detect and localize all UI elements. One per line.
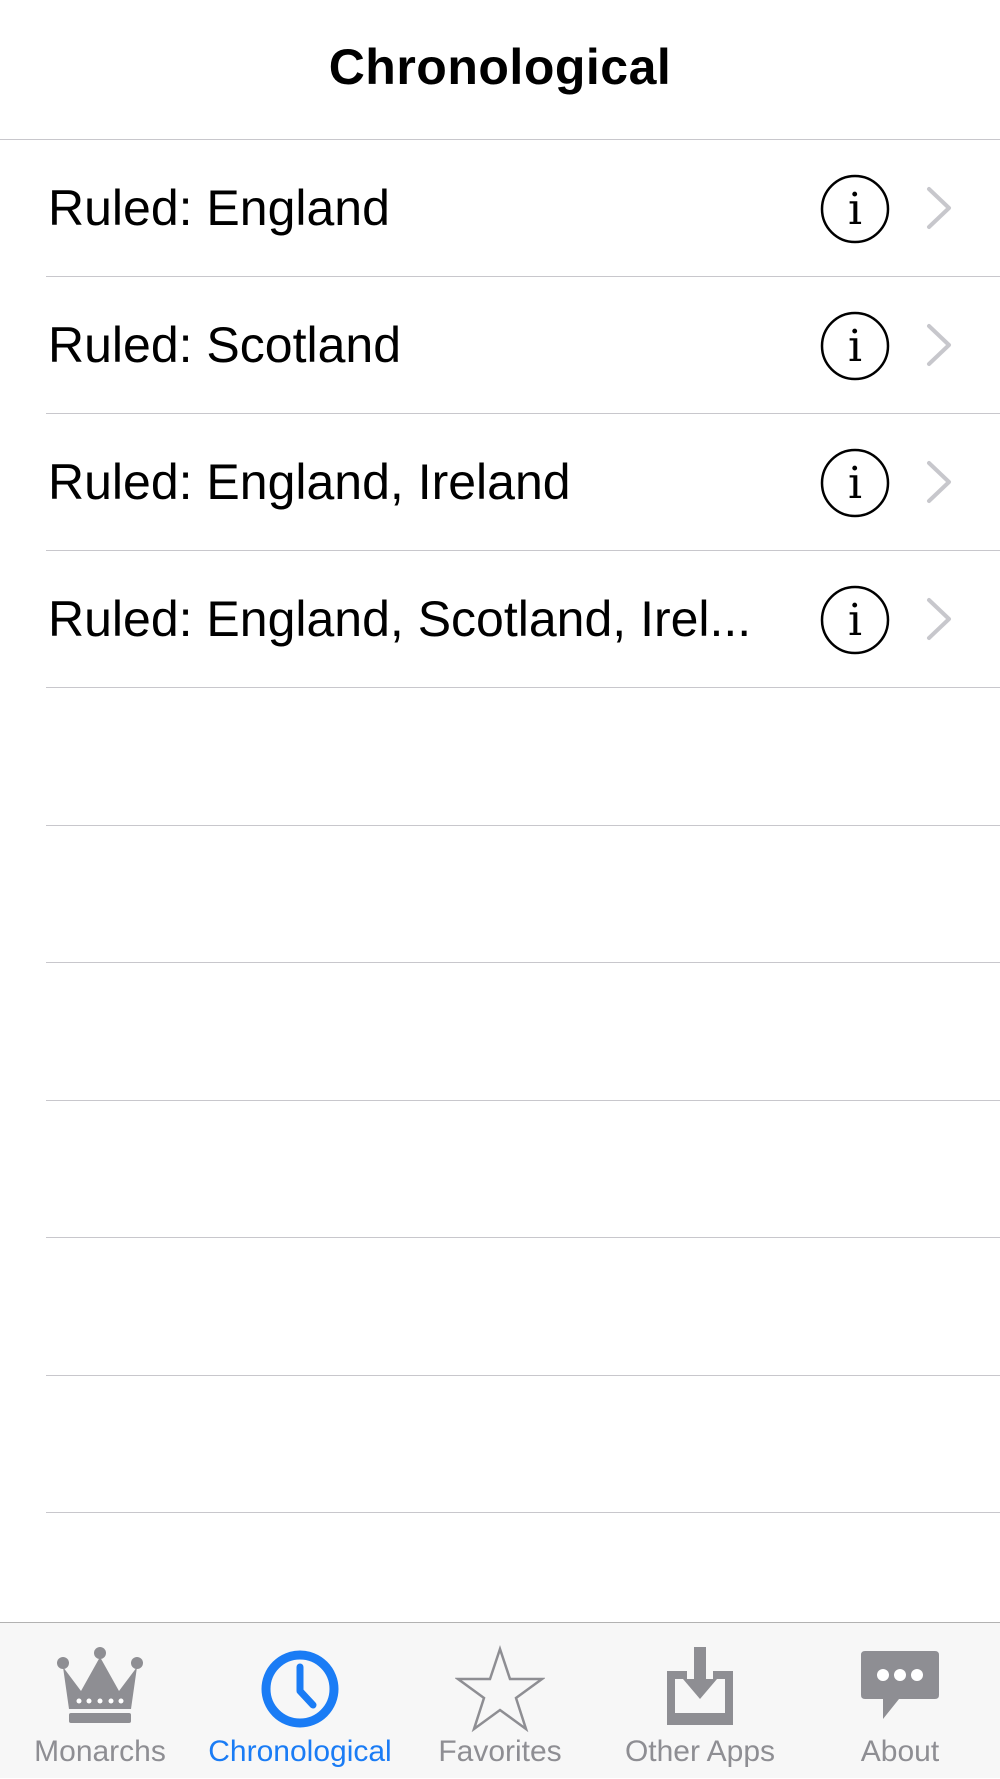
- tab-label: Other Apps: [624, 1735, 776, 1768]
- navigation-bar: Chronological: [0, 0, 1000, 140]
- list-item[interactable]: Ruled: England i: [0, 140, 1000, 277]
- star-icon: [455, 1645, 545, 1733]
- row-separator: [46, 1512, 1000, 1513]
- svg-text:i: i: [848, 321, 862, 372]
- tab-chronological[interactable]: Chronological: [200, 1623, 400, 1779]
- empty-row: [0, 963, 1000, 1101]
- svg-text:i: i: [848, 595, 862, 646]
- tab-monarchs[interactable]: Monarchs: [0, 1623, 200, 1779]
- empty-row: [0, 1376, 1000, 1513]
- info-icon[interactable]: i: [820, 448, 890, 518]
- empty-row: [0, 1238, 1000, 1376]
- tab-label: Favorites: [438, 1735, 562, 1768]
- list-item[interactable]: Ruled: England, Ireland i: [0, 414, 1000, 551]
- tab-about[interactable]: About: [800, 1623, 1000, 1779]
- info-icon[interactable]: i: [820, 585, 890, 655]
- tab-other-apps[interactable]: Other Apps: [600, 1623, 800, 1779]
- info-icon[interactable]: i: [820, 174, 890, 244]
- list-item-label: Ruled: Scotland: [48, 317, 402, 373]
- svg-text:i: i: [848, 458, 862, 509]
- empty-row: [0, 1101, 1000, 1238]
- speech-bubble-icon: [861, 1651, 939, 1719]
- list-item-label: Ruled: England, Scotland, Irel...: [48, 591, 752, 647]
- empty-row: [0, 688, 1000, 826]
- info-icon[interactable]: i: [820, 311, 890, 381]
- chevron-right-icon: [927, 324, 951, 366]
- chevron-right-icon: [927, 598, 951, 640]
- svg-text:i: i: [848, 184, 862, 235]
- tab-favorites[interactable]: Favorites: [400, 1623, 600, 1779]
- chevron-right-icon: [927, 187, 951, 229]
- chevron-right-icon: [927, 461, 951, 503]
- tab-label: Chronological: [208, 1735, 392, 1768]
- download-tray-icon: [667, 1647, 733, 1725]
- tab-label: About: [860, 1735, 940, 1768]
- clock-icon: [261, 1650, 339, 1728]
- crown-icon: [57, 1647, 143, 1723]
- list-item[interactable]: Ruled: Scotland i: [0, 277, 1000, 414]
- list-item-label: Ruled: England, Ireland: [48, 454, 571, 510]
- list-item-label: Ruled: England: [48, 180, 390, 236]
- list-item[interactable]: Ruled: England, Scotland, Irel... i: [0, 551, 1000, 688]
- empty-row: [0, 826, 1000, 963]
- tab-bar: Monarchs Chronological Favorites Other A…: [0, 1622, 1000, 1778]
- table-view[interactable]: Ruled: England i Ruled: Scotland i Ruled…: [0, 140, 1000, 1513]
- tab-label: Monarchs: [34, 1735, 166, 1768]
- page-title: Chronological: [328, 39, 672, 95]
